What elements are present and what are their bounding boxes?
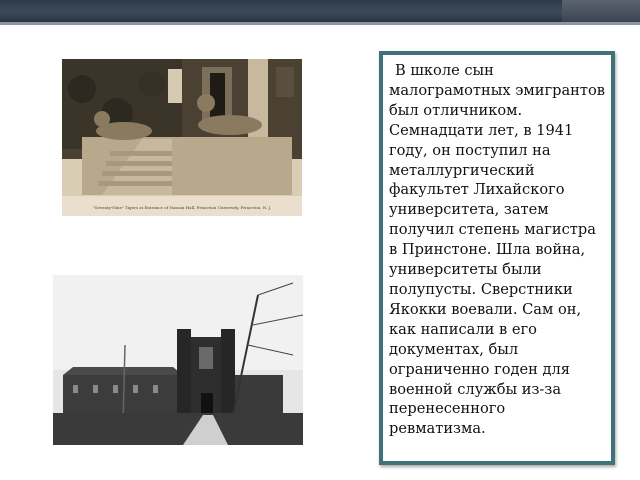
campus-tigers-photo: "Seventy-Nine" Tigers at Entrance of Nas… bbox=[62, 59, 302, 216]
title-bar-rule bbox=[0, 22, 640, 25]
campus-tower-photo bbox=[53, 275, 303, 445]
title-bar bbox=[0, 0, 640, 22]
body-text: В школе сын малограмотных эмигрантов был… bbox=[389, 62, 605, 438]
text-panel: В школе сын малограмотных эмигрантов был… bbox=[379, 51, 615, 465]
title-bar-accent bbox=[562, 0, 640, 22]
photo-caption: "Seventy-Nine" Tigers at Entrance of Nas… bbox=[93, 205, 271, 210]
